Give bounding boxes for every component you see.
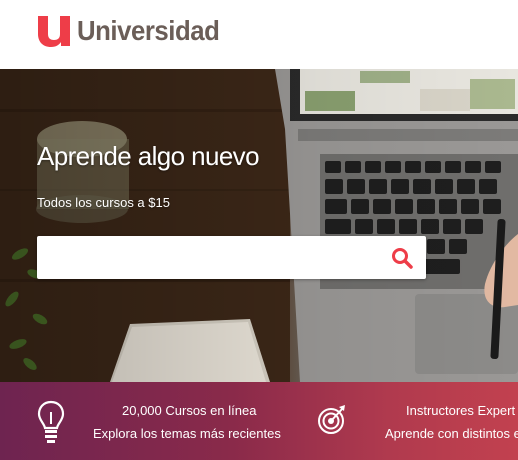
- search-input[interactable]: [37, 236, 377, 279]
- brand-name: Universidad: [77, 15, 220, 46]
- feature-courses: 20,000 Cursos en línea Explora los temas…: [0, 382, 300, 460]
- hero-banner: Aprende algo nuevo Todos los cursos a $1…: [0, 69, 518, 382]
- feature-courses-title: 20,000 Cursos en línea: [122, 403, 257, 418]
- target-icon: [318, 405, 345, 434]
- feature-instructors-title: Instructores Expert: [406, 403, 516, 418]
- search-bar: [37, 236, 426, 279]
- feature-instructors: Instructores Expert Aprende con distinto…: [300, 382, 518, 460]
- hero-title: Aprende algo nuevo: [37, 141, 260, 171]
- feature-courses-description: Explora los temas más recientes: [93, 426, 281, 441]
- hero-subtitle: Todos los cursos a $15: [37, 195, 170, 210]
- lightbulb-icon: [37, 400, 65, 443]
- search-icon[interactable]: [390, 246, 414, 270]
- feature-instructors-description: Aprende con distintos e: [385, 426, 518, 441]
- site-header: Universidad: [0, 0, 518, 69]
- brand-logo[interactable]: Universidad: [36, 12, 232, 48]
- hero-overlay: [0, 69, 518, 382]
- u-logo-icon: [38, 16, 70, 47]
- features-band: 20,000 Cursos en línea Explora los temas…: [0, 382, 518, 460]
